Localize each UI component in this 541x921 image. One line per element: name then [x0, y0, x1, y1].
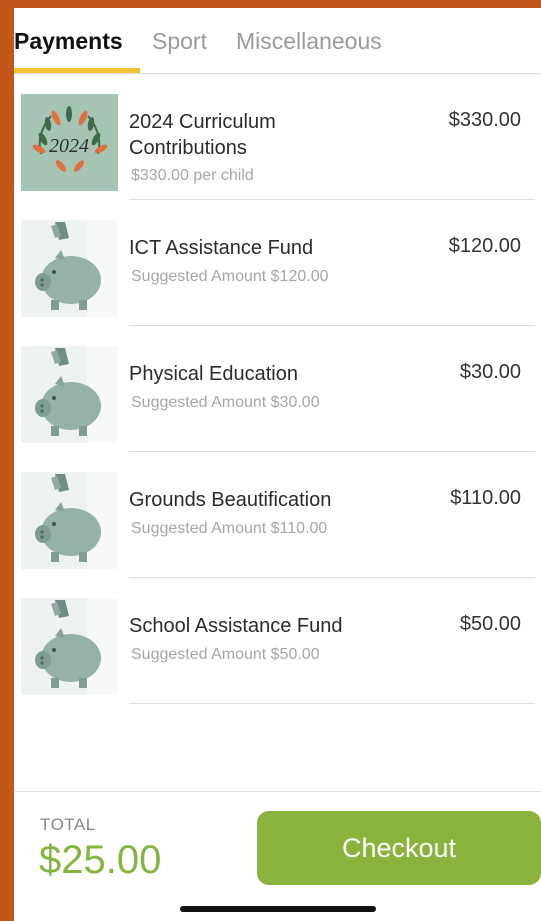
tab-payments[interactable]: Payments [14, 28, 123, 55]
checkout-button[interactable]: Checkout [257, 811, 541, 885]
payment-list: 2024 2024 Curriculum Contributions $330.… [14, 74, 541, 704]
item-price: $110.00 [450, 487, 521, 509]
footer-divider [14, 791, 541, 792]
item-title: ICT Assistance Fund [129, 237, 314, 259]
list-item[interactable]: School Assistance Fund Suggested Amount … [14, 578, 541, 704]
item-price: $30.00 [459, 361, 521, 383]
payments-screen: Payments Sport Miscellaneous 2024 2024 C… [14, 8, 541, 921]
list-item[interactable]: Grounds Beautification Suggested Amount … [14, 452, 541, 578]
piggy-bank-image [21, 598, 118, 695]
item-title: Physical Education [129, 363, 298, 385]
list-item[interactable]: 2024 2024 Curriculum Contributions $330.… [14, 74, 541, 200]
item-subtitle: Suggested Amount $30.00 [131, 394, 320, 411]
tab-sport[interactable]: Sport [152, 28, 207, 55]
svg-text:2024: 2024 [49, 135, 89, 157]
item-price: $120.00 [448, 235, 521, 257]
list-item[interactable]: Physical Education Suggested Amount $30.… [14, 326, 541, 452]
item-subtitle: Suggested Amount $50.00 [131, 646, 320, 663]
curriculum-2024-image: 2024 [21, 94, 118, 191]
piggy-bank-image [21, 472, 118, 569]
item-subtitle: $330.00 per child [131, 167, 254, 184]
piggy-bank-image [21, 346, 118, 443]
item-subtitle: Suggested Amount $120.00 [131, 268, 329, 285]
item-price: $330.00 [448, 109, 521, 131]
row-divider [129, 703, 535, 704]
item-title: 2024 Curriculum Contributions [129, 111, 276, 159]
item-price: $50.00 [459, 613, 521, 635]
item-title: School Assistance Fund [129, 615, 343, 637]
tab-miscellaneous[interactable]: Miscellaneous [236, 28, 382, 55]
tab-bar: Payments Sport Miscellaneous [14, 8, 541, 76]
item-title: Grounds Beautification [129, 489, 332, 511]
list-item[interactable]: ICT Assistance Fund Suggested Amount $12… [14, 200, 541, 326]
total-label: TOTAL [40, 815, 96, 834]
total-amount: $25.00 [39, 838, 162, 882]
piggy-bank-image [21, 220, 118, 317]
home-indicator [180, 906, 376, 912]
item-subtitle: Suggested Amount $110.00 [131, 520, 328, 537]
